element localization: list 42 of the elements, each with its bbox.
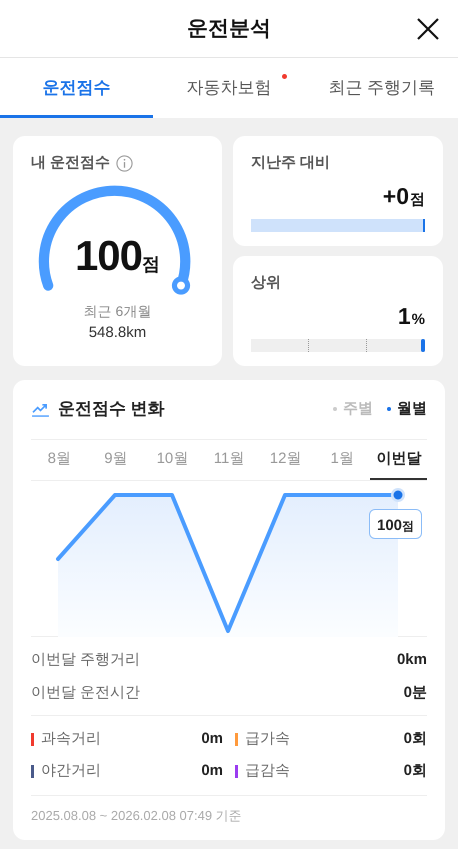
period-toggle[interactable]: 월별: [387, 398, 427, 420]
card-title: 내 운전점수: [31, 153, 110, 173]
month-tab[interactable]: 9월: [88, 440, 144, 480]
period-toggle[interactable]: 주별: [333, 398, 373, 420]
month-tab[interactable]: 11월: [200, 440, 258, 480]
stat-value: 0회: [404, 761, 427, 782]
summary-label: 이번달 운전시간: [31, 683, 140, 704]
tab[interactable]: 자동차보험: [152, 58, 306, 118]
month-tab[interactable]: 이번달: [370, 440, 428, 480]
score-callout: 100점: [369, 509, 422, 539]
stat-label: 급가속: [245, 729, 291, 750]
month-tab[interactable]: 8월: [31, 440, 88, 480]
stat-label: 급감속: [245, 761, 291, 782]
tab[interactable]: 운전점수: [0, 58, 153, 118]
section-title: 운전점수 변화: [58, 398, 166, 420]
date-range-note: 2025.08.08 ~ 2026.02.08 07:49 기준: [31, 807, 243, 825]
summary-value: 0km: [396, 650, 427, 670]
stat-value: 0m: [201, 729, 223, 750]
period-label: 최근 6개월: [84, 302, 152, 320]
stat-label: 과속거리: [41, 729, 102, 750]
card-title: 상위: [251, 273, 282, 293]
stat-unit: 점: [410, 190, 425, 210]
summary-label: 이번달 주행거리: [31, 650, 140, 670]
stat-value: 0회: [404, 729, 427, 750]
score-value: 100: [74, 234, 142, 276]
card-title: 지난주 대비: [251, 153, 332, 173]
score-unit: 점: [142, 252, 160, 276]
month-tab[interactable]: 1월: [314, 440, 370, 480]
stat-label: 야간거리: [41, 761, 102, 782]
stat-value: 1: [398, 302, 411, 330]
stat-value: 0m: [201, 761, 223, 782]
tab[interactable]: 최근 주행기록: [305, 58, 458, 118]
month-tab[interactable]: 10월: [144, 440, 201, 480]
month-tab[interactable]: 12월: [257, 440, 314, 480]
summary-value: 0분: [404, 683, 427, 704]
close-icon: [416, 17, 440, 41]
trend-chart-icon: [31, 402, 50, 416]
stat-value: +0: [382, 182, 409, 210]
page-title: 운전분석: [187, 16, 271, 42]
stat-unit: %: [412, 310, 425, 330]
info-icon[interactable]: [116, 154, 134, 172]
distance-value: 548.8km: [88, 322, 146, 342]
